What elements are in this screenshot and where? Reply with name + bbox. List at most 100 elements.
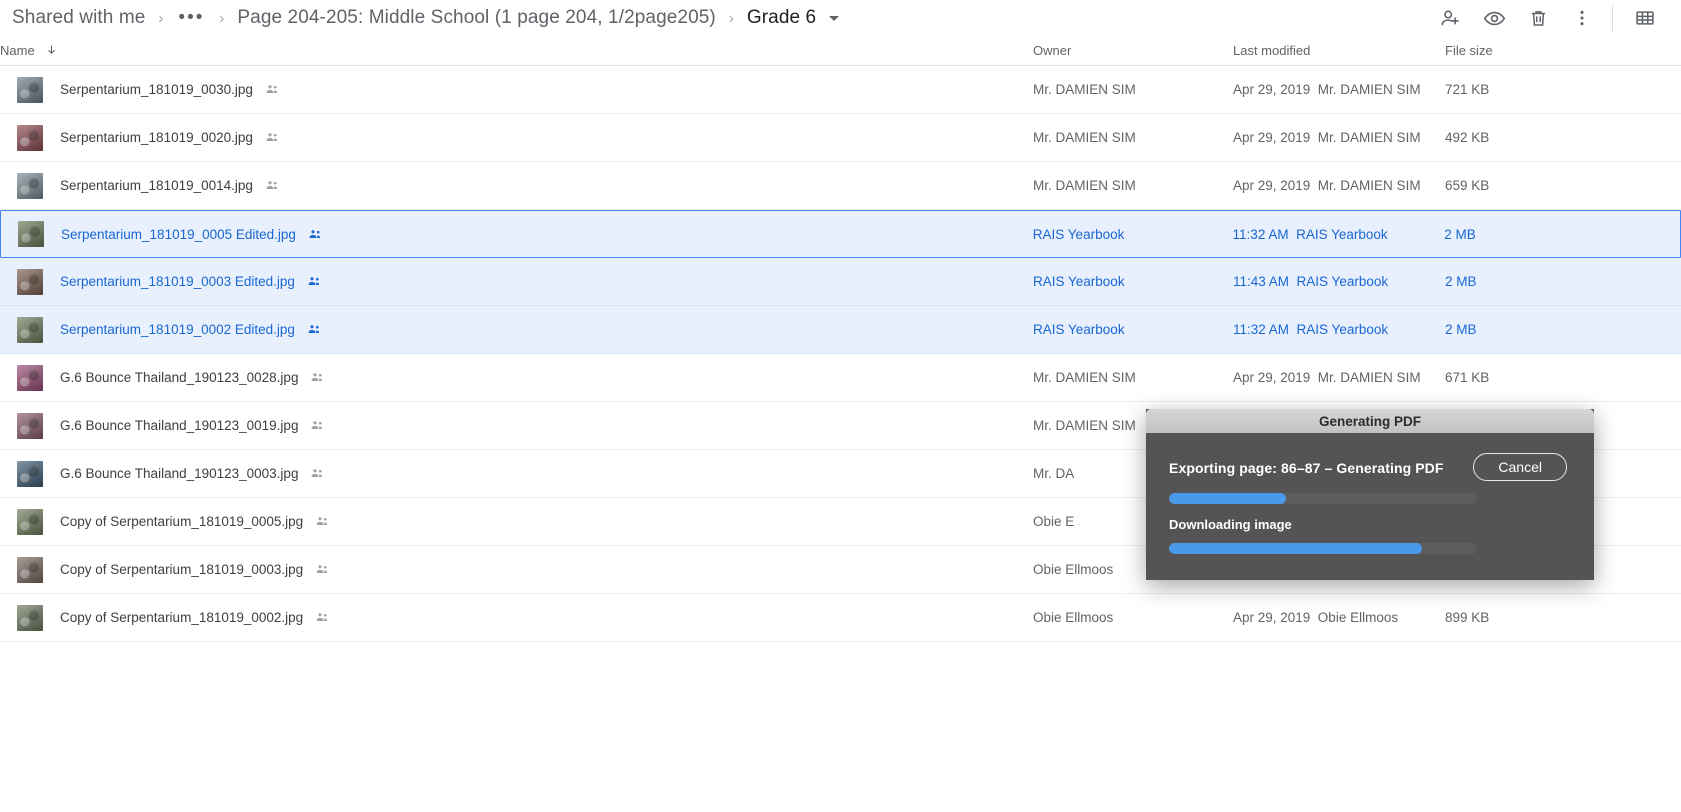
shared-people-icon [265,82,280,97]
file-size: 492 KB [1445,130,1490,145]
file-name-label: G.6 Bounce Thailand_190123_0003.jpg [60,466,299,481]
column-header-owner[interactable]: Owner [1033,43,1233,58]
shared-people-icon [310,466,325,481]
file-thumbnail [17,76,43,103]
file-name-cell[interactable]: Serpentarium_181019_0030.jpg [0,76,1033,103]
file-name-cell[interactable]: Serpentarium_181019_0020.jpg [0,124,1033,151]
shared-people-icon [308,227,323,242]
column-header-name[interactable]: Name [0,43,1033,59]
file-thumbnail [17,364,43,391]
shared-people-icon [310,370,325,385]
primary-progress-bar [1169,493,1477,504]
secondary-progress-fill [1169,543,1422,554]
breadcrumb-separator-icon: › [158,9,164,27]
column-header-file-size[interactable]: File size [1445,43,1681,58]
more-options-button[interactable] [1560,0,1604,36]
breadcrumb: Shared with me › ••• › Page 204-205: Mid… [8,5,1428,31]
file-owner: Obie Ellmoos [1033,610,1114,625]
file-thumbnail [17,268,43,295]
file-name-label: Serpentarium_181019_0020.jpg [60,130,253,145]
add-person-button[interactable] [1428,0,1472,36]
add-person-icon [1439,7,1461,29]
file-thumbnail [17,316,43,343]
dialog-status-row: Exporting page: 86–87 – Generating PDF C… [1169,453,1571,481]
trash-icon [1528,8,1549,29]
table-row[interactable]: G.6 Bounce Thailand_190123_0028.jpg Mr. D… [0,354,1681,402]
file-thumbnail [17,508,43,535]
file-owner: Mr. DAMIEN SIM [1033,370,1136,385]
toolbar-actions [1428,0,1667,36]
file-name-cell[interactable]: Serpentarium_181019_0003 Edited.jpg [0,268,1033,295]
file-name-cell[interactable]: Serpentarium_181019_0014.jpg [0,172,1033,199]
breadcrumb-item-shared-with-me[interactable]: Shared with me [8,5,149,31]
breadcrumb-item-grade-6[interactable]: Grade 6 [743,5,820,31]
file-name-label: Serpentarium_181019_0003 Edited.jpg [60,274,295,289]
file-name-label: Serpentarium_181019_0030.jpg [60,82,253,97]
breadcrumb-separator-icon: › [219,9,225,27]
shared-people-icon [307,274,322,289]
breadcrumb-overflow-button[interactable]: ••• [172,7,210,29]
file-name-label: Serpentarium_181019_0005 Edited.jpg [61,226,296,242]
file-name-cell[interactable]: G.6 Bounce Thailand_190123_0003.jpg [0,460,1033,487]
table-row[interactable]: Serpentarium_181019_0020.jpg Mr. DAMIEN S… [0,114,1681,162]
breadcrumb-item-page-204-205[interactable]: Page 204-205: Middle School (1 page 204,… [233,5,719,31]
cancel-button[interactable]: Cancel [1473,453,1567,481]
file-last-modified: 11:32 AM RAIS Yearbook [1233,322,1389,337]
file-owner: RAIS Yearbook [1032,226,1125,242]
file-thumbnail [17,172,43,199]
file-name-cell[interactable]: Serpentarium_181019_0005 Edited.jpg [1,221,1033,247]
file-name-label: Serpentarium_181019_0014.jpg [60,178,253,193]
file-size: 899 KB [1445,610,1490,625]
file-thumbnail [17,604,43,631]
file-owner: Mr. DAMIEN SIM [1033,178,1136,193]
file-name-cell[interactable]: Copy of Serpentarium_181019_0003.jpg [0,556,1033,583]
preview-button[interactable] [1472,0,1516,36]
sort-descending-icon[interactable] [45,43,58,59]
file-size: 2 MB [1444,226,1476,242]
column-header-name-label: Name [0,43,35,58]
table-row[interactable]: Serpentarium_181019_0014.jpg Mr. DAMIEN S… [0,162,1681,210]
file-size: 2 MB [1445,274,1477,289]
file-last-modified: Apr 29, 2019 Obie Ellmoos [1233,610,1399,625]
file-owner: Mr. DAMIEN SIM [1033,82,1136,97]
toolbar-divider [1612,5,1613,31]
shared-people-icon [310,418,325,433]
grid-view-button[interactable] [1623,0,1667,36]
file-thumbnail [18,221,44,247]
table-row[interactable]: Copy of Serpentarium_181019_0002.jpg Obie… [0,594,1681,642]
breadcrumb-separator-icon: › [728,9,734,27]
dialog-body: Exporting page: 86–87 – Generating PDF C… [1146,433,1594,580]
chevron-down-icon[interactable] [829,15,840,21]
table-row[interactable]: Serpentarium_181019_0030.jpg Mr. DAMIEN S… [0,66,1681,114]
table-row[interactable]: Serpentarium_181019_0002 Edited.jpg RAIS … [0,306,1681,354]
secondary-progress-bar [1169,543,1477,554]
table-row[interactable]: Serpentarium_181019_0005 Edited.jpg RAIS … [0,210,1681,258]
file-thumbnail [17,556,43,583]
file-size: 671 KB [1445,370,1490,385]
table-row[interactable]: Serpentarium_181019_0003 Edited.jpg RAIS … [0,258,1681,306]
column-header-last-modified[interactable]: Last modified [1233,43,1445,58]
file-name-cell[interactable]: Serpentarium_181019_0002 Edited.jpg [0,316,1033,343]
dialog-status-text: Exporting page: 86–87 – Generating PDF [1169,460,1444,476]
file-name-cell[interactable]: G.6 Bounce Thailand_190123_0019.jpg [0,412,1033,439]
generating-pdf-dialog: Generating PDF Exporting page: 86–87 – G… [1146,409,1594,580]
file-name-cell[interactable]: G.6 Bounce Thailand_190123_0028.jpg [0,364,1033,391]
shared-people-icon [265,130,280,145]
file-last-modified: Apr 29, 2019 Mr. DAMIEN SIM [1233,130,1421,145]
file-last-modified: Apr 29, 2019 Mr. DAMIEN SIM [1233,178,1421,193]
top-bar: Shared with me › ••• › Page 204-205: Mid… [0,0,1681,36]
grid-view-icon [1634,7,1656,29]
shared-people-icon [315,562,330,577]
shared-people-icon [265,178,280,193]
file-name-cell[interactable]: Copy of Serpentarium_181019_0005.jpg [0,508,1033,535]
file-last-modified: 11:32 AM RAIS Yearbook [1232,226,1388,242]
eye-icon [1483,7,1506,30]
file-name-label: Copy of Serpentarium_181019_0005.jpg [60,514,304,529]
delete-button[interactable] [1516,0,1560,36]
table-header-row: Name Owner Last modified File size [0,36,1681,66]
file-name-cell[interactable]: Copy of Serpentarium_181019_0002.jpg [0,604,1033,631]
file-name-label: G.6 Bounce Thailand_190123_0019.jpg [60,418,299,433]
dialog-title-bar[interactable]: Generating PDF [1146,409,1594,433]
file-size: 659 KB [1445,178,1490,193]
file-name-label: Copy of Serpentarium_181019_0003.jpg [60,562,304,577]
